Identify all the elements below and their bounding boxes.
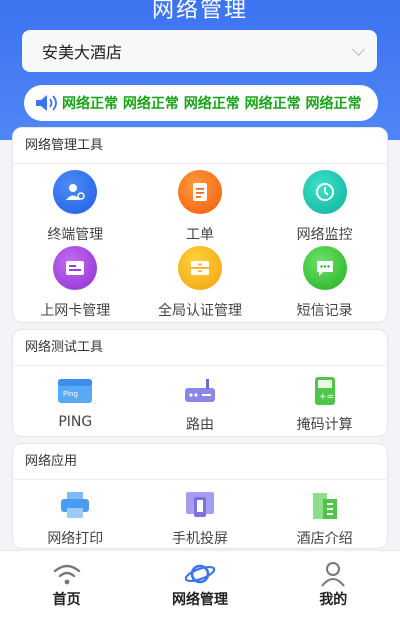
tool-label: 酒店介绍 (296, 531, 353, 547)
bottom-tab-bar: 首页 网络管理 我的 (0, 550, 400, 621)
page-title: 网络管理 (151, 0, 248, 23)
card-icon (53, 246, 98, 290)
ping-button[interactable]: Ping PING (13, 374, 138, 434)
tool-label: 短信记录 (296, 303, 353, 319)
tab-me[interactable]: 我的 (267, 551, 400, 621)
printer-icon (55, 488, 95, 522)
tool-label: 工单 (185, 227, 214, 243)
tool-label: 网络打印 (47, 531, 104, 547)
hotel-select[interactable]: 安美大酒店 (22, 30, 377, 72)
planet-icon (184, 564, 216, 584)
document-icon (177, 170, 222, 214)
tool-label: 网络监控 (296, 227, 353, 243)
drawer-icon (177, 246, 222, 290)
network-card-management-button[interactable]: 上网卡管理 (13, 246, 138, 322)
phone-cast-icon (180, 488, 220, 522)
tool-label: 上网卡管理 (40, 303, 111, 319)
tab-home[interactable]: 首页 (0, 551, 133, 621)
network-print-button[interactable]: 网络打印 (13, 488, 138, 548)
building-icon (305, 488, 345, 522)
tool-label: 掩码计算 (296, 417, 353, 433)
network-apps-card: 网络应用 网络打印 手机投屏 酒店介绍 (12, 443, 388, 549)
section-title: 网络管理工具 (13, 128, 387, 164)
global-auth-management-button[interactable]: 全局认证管理 (138, 246, 263, 322)
chat-icon (302, 246, 347, 290)
section-title: 网络测试工具 (13, 330, 387, 366)
monitor-icon (302, 170, 347, 214)
terminal-management-button[interactable]: 终端管理 (13, 170, 138, 246)
screen-cast-button[interactable]: 手机投屏 (138, 488, 263, 548)
work-order-button[interactable]: 工单 (138, 170, 263, 246)
tool-label: 手机投屏 (171, 531, 228, 547)
mask-calc-button[interactable]: += 掩码计算 (262, 374, 387, 434)
ping-icon: Ping (55, 374, 95, 408)
tool-label: 路由 (185, 417, 214, 433)
tool-label: 全局认证管理 (157, 303, 242, 319)
status-marquee-text: 网络正常 网络正常 网络正常 网络正常 网络正常 (62, 96, 362, 112)
router-icon (180, 374, 220, 408)
wifi-icon (53, 564, 80, 585)
status-marquee: 网络正常 网络正常 网络正常 网络正常 网络正常 (24, 85, 378, 121)
tool-label: PING (58, 414, 93, 430)
user-gear-icon (53, 170, 98, 214)
tab-label: 网络管理 (171, 592, 228, 608)
ping-icon-text: Ping (63, 390, 78, 398)
hotel-intro-button[interactable]: 酒店介绍 (262, 488, 387, 548)
section-title: 网络应用 (13, 444, 387, 480)
hotel-select-value: 安美大酒店 (42, 43, 123, 62)
calculator-icon: += (305, 374, 345, 408)
tab-label: 我的 (319, 592, 348, 608)
sms-records-button[interactable]: 短信记录 (262, 246, 387, 322)
tab-network-management[interactable]: 网络管理 (133, 551, 266, 621)
speaker-icon (36, 95, 57, 111)
chevron-down-icon (352, 43, 365, 56)
tool-label: 终端管理 (47, 227, 104, 243)
network-test-tools-card: 网络测试工具 Ping PING 路由 += 掩码计算 (12, 329, 388, 437)
route-button[interactable]: 路由 (138, 374, 263, 434)
tab-label: 首页 (52, 592, 81, 608)
svg-text:+=: += (319, 392, 334, 402)
management-tools-card: 网络管理工具 终端管理 工单 网络监控 上网卡管理 全局认证管理 短信记录 (12, 127, 388, 323)
user-icon (321, 562, 346, 587)
network-monitor-button[interactable]: 网络监控 (262, 170, 387, 246)
